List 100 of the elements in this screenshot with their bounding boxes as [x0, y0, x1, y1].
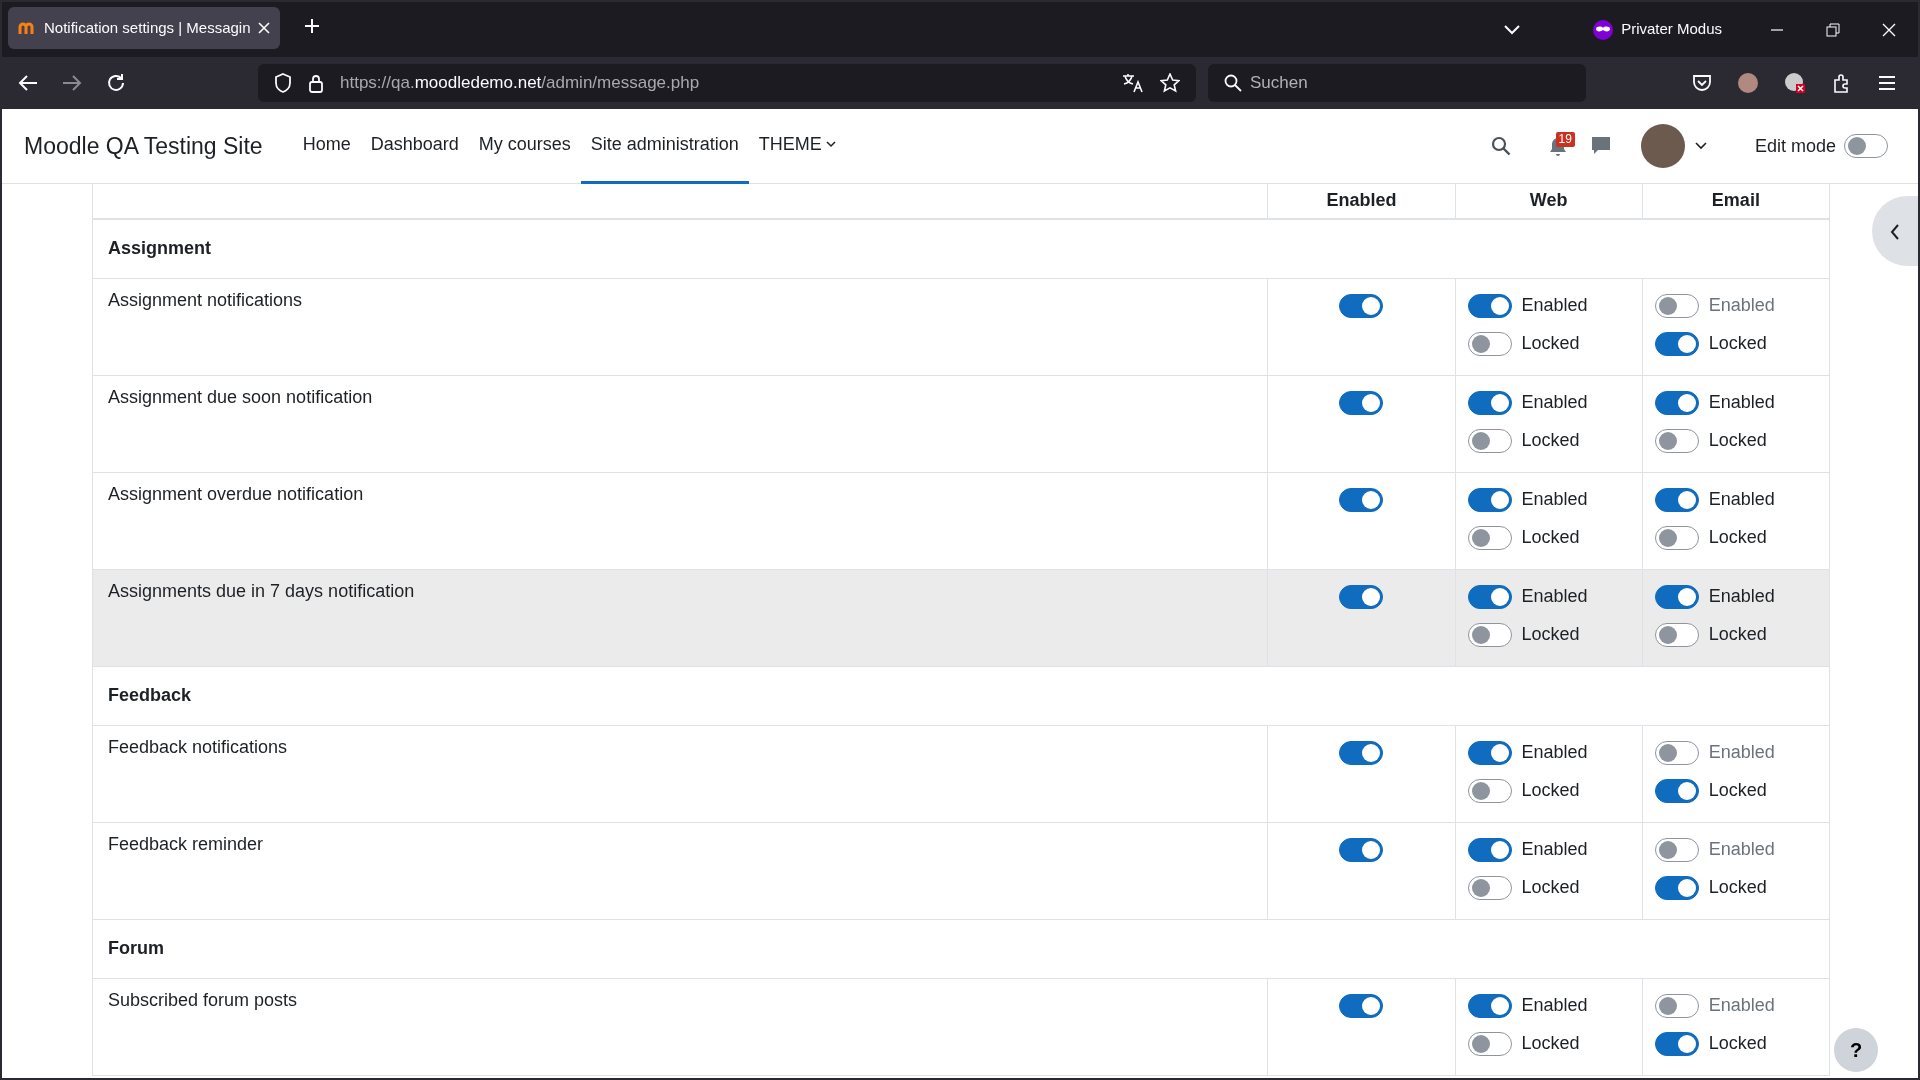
toggle-switch[interactable]: [1467, 837, 1512, 862]
toggle-label: Locked: [1708, 1032, 1767, 1055]
toggle-switch[interactable]: [1654, 428, 1699, 453]
address-bar[interactable]: https://qa.moodledemo.net/admin/message.php: [258, 64, 1196, 102]
toggle-switch[interactable]: [1467, 1031, 1512, 1056]
section-heading: Forum: [92, 919, 1830, 978]
toggle-label: Enabled: [1521, 391, 1588, 414]
toggle-switch[interactable]: [1339, 740, 1384, 765]
toggle-switch[interactable]: [1467, 428, 1512, 453]
search-icon: [1224, 74, 1242, 92]
section-heading: Assignment: [92, 219, 1830, 278]
forward-icon[interactable]: [62, 74, 82, 92]
toggle-label: Locked: [1708, 779, 1767, 802]
help-button[interactable]: ?: [1834, 1028, 1878, 1072]
url-text: https://qa.moodledemo.net/admin/message.php: [340, 72, 700, 95]
toggle-switch[interactable]: [1654, 1031, 1699, 1056]
toggle-switch[interactable]: [1339, 584, 1384, 609]
toggle-switch[interactable]: [1467, 622, 1512, 647]
toggle-switch[interactable]: [1654, 390, 1699, 415]
nav-link[interactable]: THEME: [748, 108, 846, 184]
toggle-label: Locked: [1521, 332, 1580, 355]
close-icon[interactable]: [258, 22, 270, 34]
toggle-label: Locked: [1708, 623, 1767, 646]
toggle-switch[interactable]: [1467, 525, 1512, 550]
toggle-label: Locked: [1708, 526, 1767, 549]
nav-link[interactable]: My courses: [468, 108, 581, 184]
toggle-label: Enabled: [1708, 838, 1775, 861]
toggle-label: Enabled: [1708, 294, 1775, 317]
chevron-down-icon[interactable]: [1694, 142, 1707, 150]
toggle-label: Enabled: [1521, 294, 1588, 317]
nav-link[interactable]: Dashboard: [360, 108, 469, 184]
column-header: Enabled: [1267, 184, 1456, 219]
toggle-switch[interactable]: [1467, 487, 1512, 512]
reload-icon[interactable]: [106, 73, 126, 93]
menu-icon[interactable]: [1878, 75, 1896, 91]
new-tab-icon[interactable]: [304, 18, 320, 34]
toggle-switch[interactable]: [1654, 778, 1699, 803]
notification-name: Subscribed forum posts: [92, 978, 1268, 1075]
toggle-switch[interactable]: [1654, 622, 1699, 647]
toggle-label: Enabled: [1521, 488, 1588, 511]
toggle-label: Enabled: [1708, 994, 1775, 1017]
toggle-switch[interactable]: [1654, 487, 1699, 512]
notification-name: Assignment due soon notification: [92, 375, 1268, 472]
search-field[interactable]: Suchen: [1208, 64, 1586, 102]
notification-count: 19: [1555, 132, 1575, 148]
toggle-switch[interactable]: [1654, 584, 1699, 609]
toggle-switch[interactable]: [1467, 778, 1512, 803]
toggle-switch[interactable]: [1467, 293, 1512, 318]
notification-name: Feedback reminder: [92, 822, 1268, 919]
toggle-label: Locked: [1521, 779, 1580, 802]
notification-name: Assignment overdue notification: [92, 472, 1268, 569]
toggle-switch[interactable]: [1339, 837, 1384, 862]
drawer-toggle-button[interactable]: [1872, 196, 1918, 266]
toggle-switch[interactable]: [1339, 390, 1384, 415]
pocket-icon[interactable]: [1692, 74, 1712, 92]
star-icon[interactable]: [1160, 73, 1180, 93]
toggle-label: Locked: [1521, 429, 1580, 452]
search-icon[interactable]: [1490, 136, 1511, 156]
back-icon[interactable]: [18, 74, 38, 92]
toggle-switch[interactable]: [1467, 584, 1512, 609]
toggle-label: Locked: [1521, 623, 1580, 646]
toggle-label: Enabled: [1708, 488, 1775, 511]
toggle-switch[interactable]: [1654, 875, 1699, 900]
mask-icon: [1593, 19, 1614, 40]
chevron-down-icon[interactable]: [1503, 23, 1522, 36]
toggle-label: Locked: [1708, 429, 1767, 452]
browser-tab[interactable]: Notification settings | Messagin: [8, 7, 280, 49]
toggle-label: Enabled: [1521, 994, 1588, 1017]
toggle-label: Enabled: [1708, 741, 1775, 764]
toggle-switch[interactable]: [1339, 487, 1384, 512]
notification-name: Assignments due in 7 days notification: [92, 569, 1268, 666]
search-placeholder: Suchen: [1250, 72, 1308, 95]
toggle-switch[interactable]: [1339, 293, 1384, 318]
chat-icon[interactable]: [1590, 136, 1611, 156]
user-avatar[interactable]: [1640, 124, 1685, 168]
edit-mode-switch[interactable]: [1844, 134, 1888, 158]
notification-name: Feedback notifications: [92, 725, 1268, 822]
toggle-label: Locked: [1521, 526, 1580, 549]
close-icon[interactable]: [1882, 22, 1896, 37]
toggle-label: Enabled: [1708, 585, 1775, 608]
toggle-label: Locked: [1708, 876, 1767, 899]
toggle-switch[interactable]: [1654, 525, 1699, 550]
toggle-switch[interactable]: [1467, 875, 1512, 900]
toggle-switch[interactable]: [1654, 331, 1699, 356]
toggle-switch[interactable]: [1467, 993, 1512, 1018]
toggle-switch[interactable]: [1339, 993, 1384, 1018]
toggle-label: Enabled: [1708, 391, 1775, 414]
column-header: Email: [1642, 184, 1830, 219]
site-name[interactable]: Moodle QA Testing Site: [24, 128, 263, 164]
restore-icon[interactable]: [1826, 22, 1840, 37]
shield-icon: [274, 73, 292, 93]
toggle-switch[interactable]: [1467, 331, 1512, 356]
translate-icon[interactable]: [1122, 73, 1144, 93]
toggle-switch[interactable]: [1467, 390, 1512, 415]
private-mode-label: Privater Modus: [1621, 19, 1722, 40]
profile-avatar-icon[interactable]: [1738, 73, 1758, 93]
toggle-label: Enabled: [1521, 585, 1588, 608]
edit-mode-label: Edit mode: [1754, 134, 1836, 158]
nav-link[interactable]: Home: [292, 108, 361, 184]
toggle-switch[interactable]: [1467, 740, 1512, 765]
